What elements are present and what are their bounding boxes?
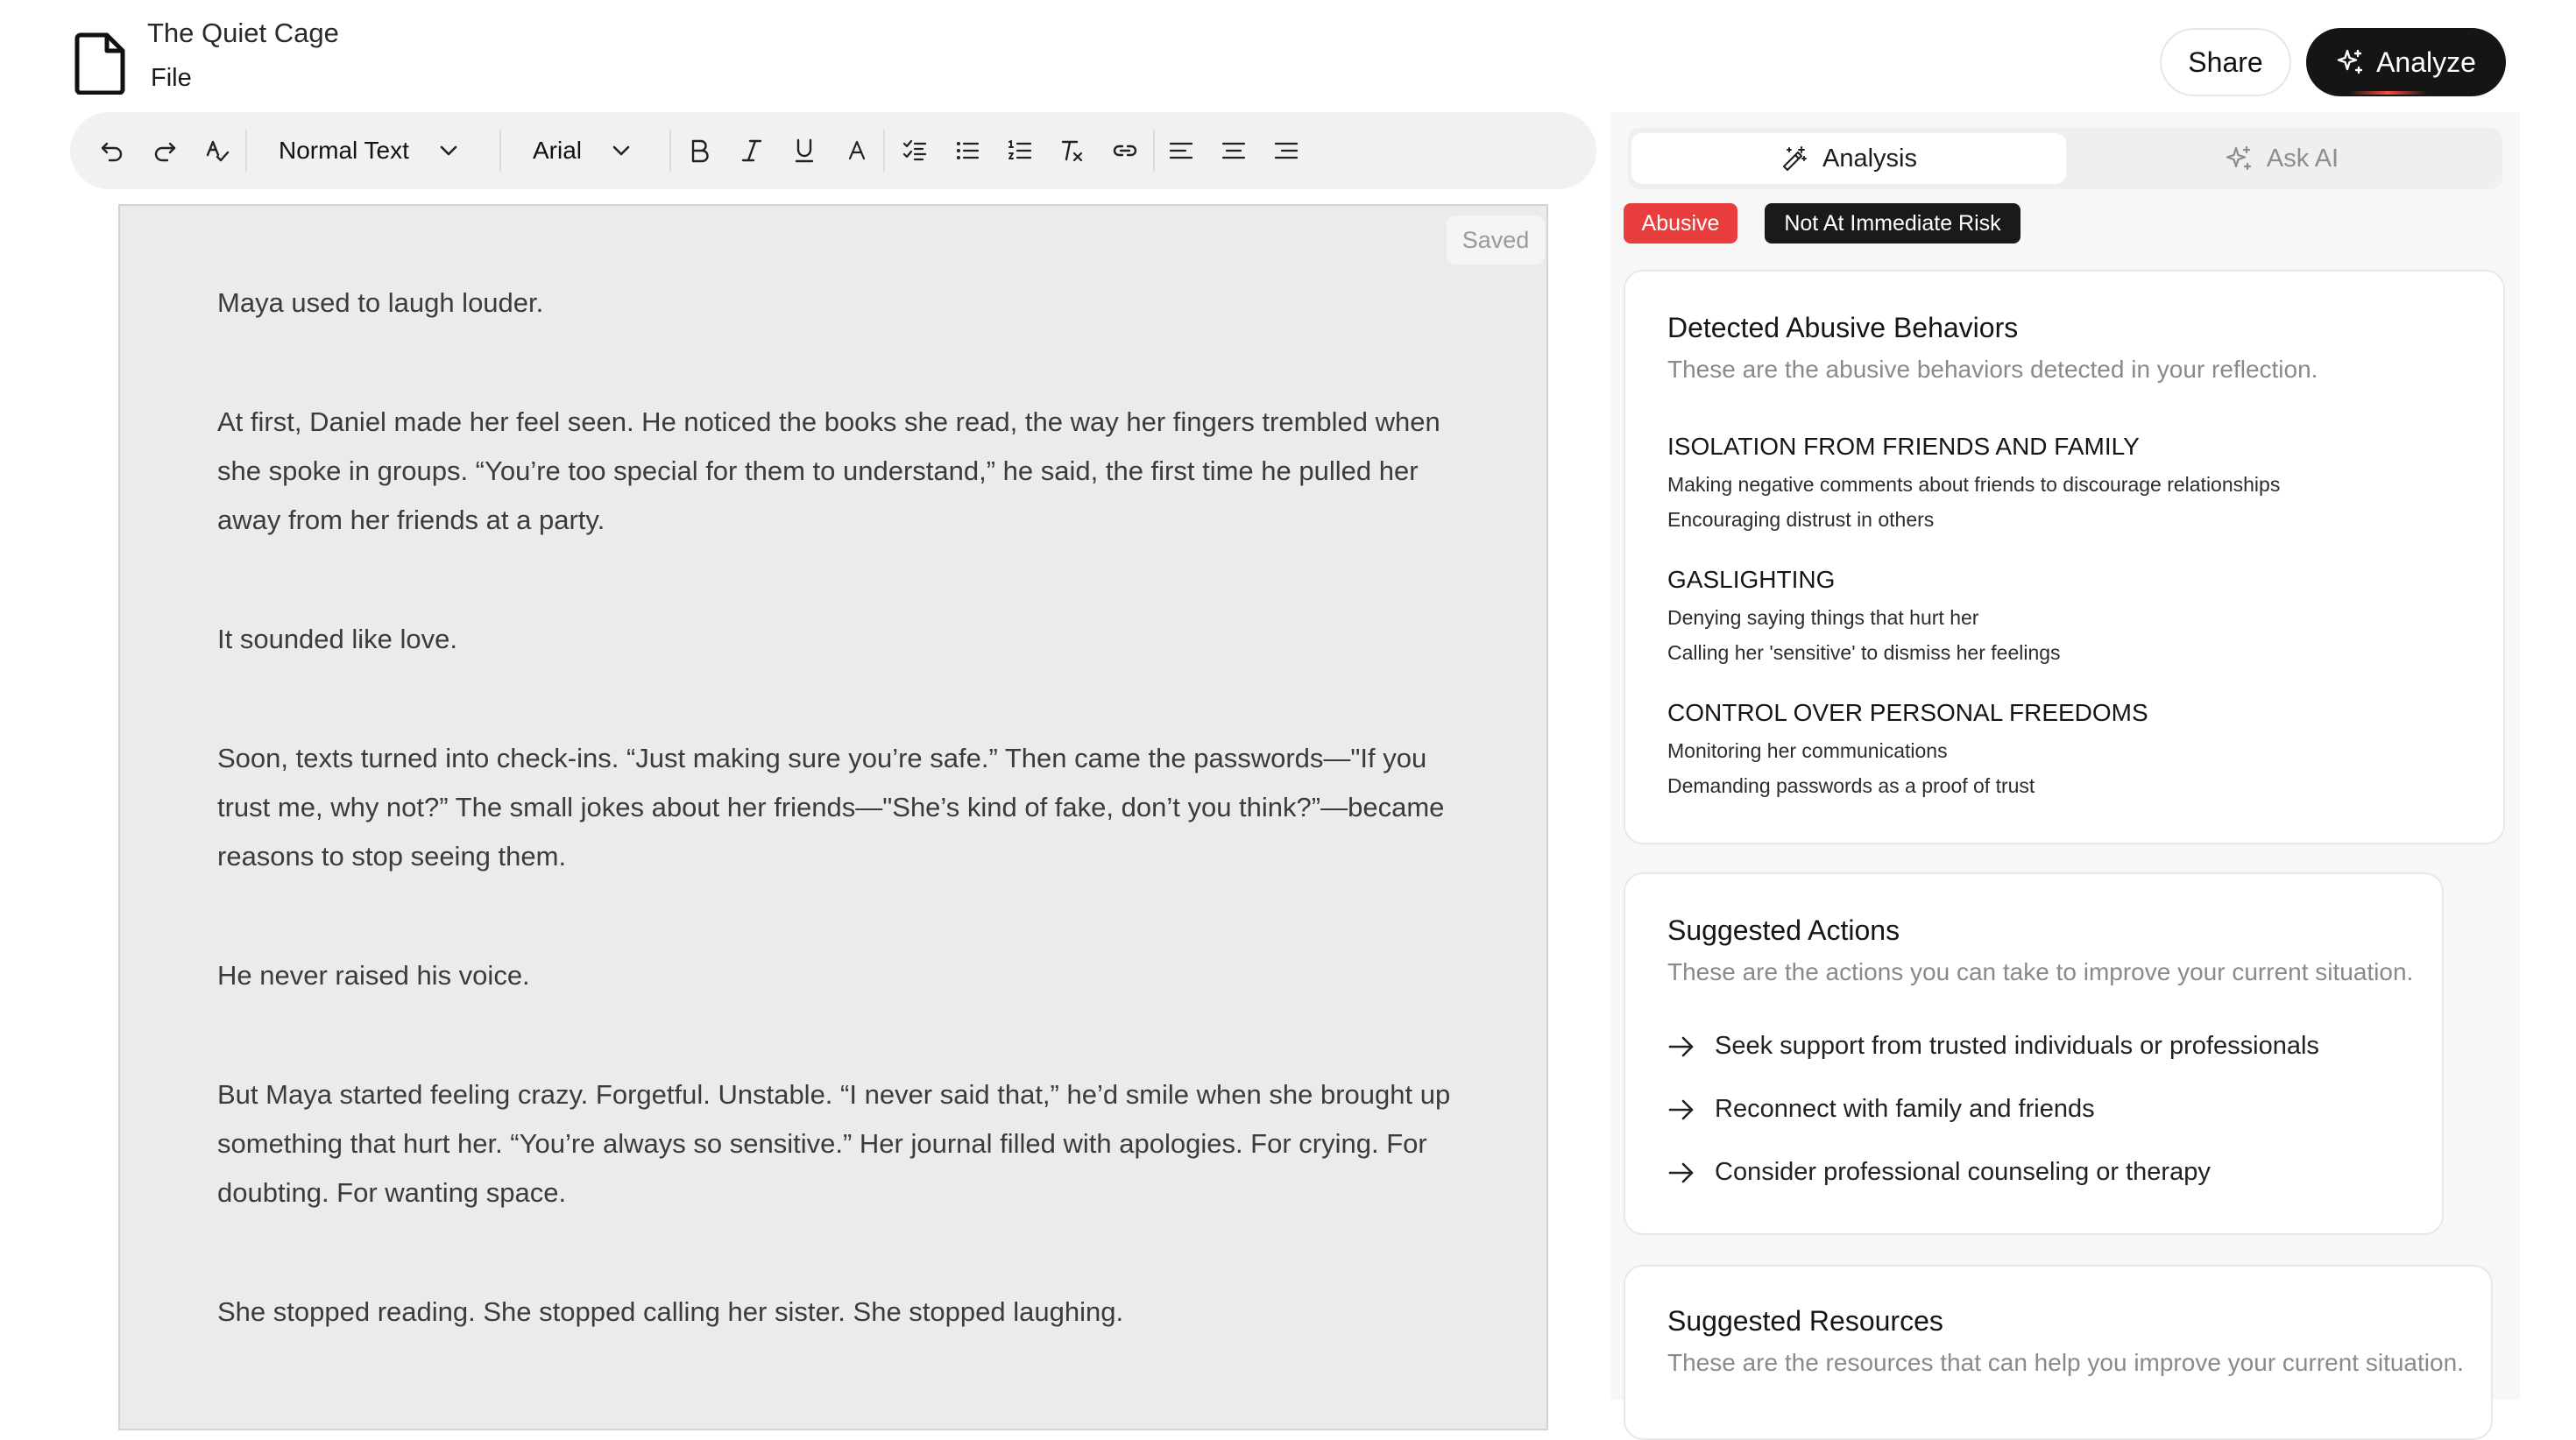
behavior-item: Demanding passwords as a proof of trust <box>1667 774 2035 797</box>
chevron-down-icon <box>612 145 631 157</box>
paragraph: At first, Daniel made her feel seen. He … <box>217 406 1440 535</box>
behavior-category: ISOLATION FROM FRIENDS AND FAMILY <box>1667 433 2140 460</box>
behavior-item: Monitoring her communications <box>1667 739 1948 762</box>
tab-analysis-label: Analysis <box>1822 144 1917 173</box>
analyze-button[interactable]: Analyze <box>2306 28 2506 96</box>
resources-title: Suggested Resources <box>1667 1305 1943 1337</box>
action-item-label: Reconnect with family and friends <box>1715 1095 2095 1123</box>
risk-level-badge: Not At Immediate Risk <box>1765 203 2020 244</box>
editor-content[interactable]: Maya used to laugh louder. At first, Dan… <box>217 279 1470 1407</box>
chevron-down-icon <box>439 145 458 157</box>
action-item[interactable]: Consider professional counseling or ther… <box>1667 1158 2211 1187</box>
underline-icon[interactable] <box>785 131 824 170</box>
save-status-badge: Saved <box>1447 215 1545 265</box>
actions-title: Suggested Actions <box>1667 914 1900 946</box>
behaviors-title: Detected Abusive Behaviors <box>1667 312 2019 343</box>
toolbar-divider <box>245 130 247 172</box>
toolbar-divider <box>1153 130 1155 172</box>
document-title[interactable]: The Quiet Cage <box>147 18 339 49</box>
action-item[interactable]: Seek support from trusted individuals or… <box>1667 1032 2319 1061</box>
text-color-icon[interactable] <box>838 131 876 170</box>
italic-icon[interactable] <box>732 131 771 170</box>
bold-icon[interactable] <box>680 131 718 170</box>
redo-icon[interactable] <box>145 131 184 170</box>
behavior-item: Making negative comments about friends t… <box>1667 473 2281 496</box>
share-button-label: Share <box>2188 46 2263 78</box>
magic-wand-icon <box>1780 145 1808 173</box>
behavior-category: GASLIGHTING <box>1667 566 1836 593</box>
actions-subtitle: These are the actions you can take to im… <box>1667 958 2414 985</box>
behavior-item: Encouraging distrust in others <box>1667 508 1935 531</box>
align-right-icon[interactable] <box>1267 131 1306 170</box>
paragraph: But Maya started feeling crazy. Forgetfu… <box>217 1079 1451 1208</box>
document-icon <box>74 32 128 95</box>
paragraph: It sounded like love. <box>217 624 458 654</box>
panel-tabs: Analysis Ask AI <box>1628 128 2502 189</box>
behavior-item: Denying saying things that hurt her <box>1667 606 1979 629</box>
tab-analysis[interactable]: Analysis <box>1631 133 2066 184</box>
toolbar-divider <box>883 130 885 172</box>
tab-ask-ai-label: Ask AI <box>2266 144 2339 173</box>
spellcheck-icon[interactable] <box>198 131 237 170</box>
share-button[interactable]: Share <box>2160 28 2291 96</box>
analyze-button-glow <box>2348 91 2427 95</box>
paragraph: She stopped reading. She stopped calling… <box>217 1296 1124 1327</box>
abusive-badge: Abusive <box>1624 203 1737 244</box>
sparkle-icon <box>2336 48 2364 76</box>
align-left-icon[interactable] <box>1162 131 1200 170</box>
numbered-list-icon[interactable] <box>1001 131 1039 170</box>
arrow-right-icon <box>1667 1034 1695 1059</box>
analyze-button-label: Analyze <box>2376 46 2476 78</box>
font-family-value: Arial <box>533 137 583 164</box>
arrow-right-icon <box>1667 1161 1695 1185</box>
font-family-dropdown[interactable]: Arial <box>533 128 631 173</box>
tab-ask-ai[interactable]: Ask AI <box>2064 133 2499 184</box>
paragraph: He never raised his voice. <box>217 960 530 991</box>
link-icon[interactable] <box>1106 131 1144 170</box>
sparkle-icon <box>2225 145 2253 173</box>
undo-icon[interactable] <box>93 131 131 170</box>
resources-card: Suggested Resources These are the resour… <box>1624 1265 2493 1440</box>
behaviors-card: Detected Abusive Behaviors These are the… <box>1624 270 2505 844</box>
bullet-list-icon[interactable] <box>948 131 987 170</box>
paragraph: Soon, texts turned into check-ins. “Just… <box>217 743 1445 872</box>
behaviors-subtitle: These are the abusive behaviors detected… <box>1667 356 2318 383</box>
toolbar-divider <box>499 130 501 172</box>
behavior-item: Calling her 'sensitive' to dismiss her f… <box>1667 641 2061 664</box>
clear-format-icon[interactable] <box>1053 131 1092 170</box>
editor-toolbar: Normal Text Arial <box>70 112 1596 189</box>
resources-subtitle: These are the resources that can help yo… <box>1667 1349 2464 1376</box>
align-center-icon[interactable] <box>1214 131 1253 170</box>
checklist-icon[interactable] <box>895 131 934 170</box>
arrow-right-icon <box>1667 1098 1695 1122</box>
file-menu[interactable]: File <box>151 64 192 93</box>
behavior-category: CONTROL OVER PERSONAL FREEDOMS <box>1667 699 2148 726</box>
paragraph: Maya used to laugh louder. <box>217 287 544 318</box>
action-item[interactable]: Reconnect with family and friends <box>1667 1095 2095 1124</box>
actions-card: Suggested Actions These are the actions … <box>1624 872 2444 1235</box>
toolbar-divider <box>669 130 671 172</box>
text-style-dropdown[interactable]: Normal Text <box>279 128 458 173</box>
text-style-value: Normal Text <box>279 137 409 164</box>
action-item-label: Seek support from trusted individuals or… <box>1715 1032 2319 1060</box>
action-item-label: Consider professional counseling or ther… <box>1715 1158 2211 1186</box>
